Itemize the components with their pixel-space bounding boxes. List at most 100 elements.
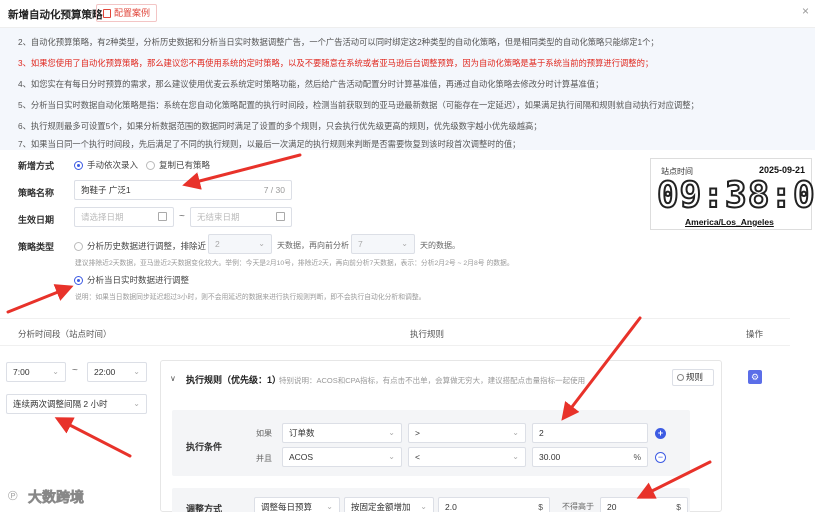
- note-item: 4、如您实在有每日分时预算的需求，那么建议使用优麦云系统定时策略功能，然后给广告…: [18, 79, 604, 89]
- config-example-button[interactable]: 配置案例: [96, 4, 158, 22]
- radio-label: 分析当日实时数据进行调整: [87, 275, 190, 285]
- collapse-icon[interactable]: ∨: [170, 374, 176, 383]
- chevron-down-icon: ⌄: [133, 367, 140, 376]
- site-timezone: America/Los_Angeles: [685, 217, 774, 227]
- adjust-value-input[interactable]: 2.0 $: [438, 497, 550, 512]
- history-end-text: 天的数据。: [420, 241, 460, 250]
- conditions-label: 执行条件: [186, 442, 223, 452]
- select-value: 7: [358, 239, 363, 249]
- chevron-down-icon: ⌄: [512, 452, 519, 461]
- radio-realtime-analysis[interactable]: 分析当日实时数据进行调整: [74, 274, 189, 286]
- settings-icon[interactable]: ⚙: [748, 370, 762, 384]
- effective-date-label: 生效日期: [18, 215, 55, 225]
- rule-note: 特别说明：ACOS和CPA指标，有点击不出单，会算做无穷大，建议搭配点击量指标一…: [279, 376, 586, 385]
- close-icon[interactable]: ×: [802, 4, 809, 18]
- rules-table-header: 分析时间段（站点时间） 执行规则 操作: [0, 318, 790, 346]
- chevron-down-icon: ⌄: [326, 502, 333, 511]
- chevron-down-icon: ⌄: [420, 502, 427, 511]
- arrow-to-realtime: [6, 284, 74, 314]
- add-condition-icon[interactable]: +: [655, 428, 666, 439]
- radio-selected-icon: [74, 275, 83, 285]
- rule-button-label: 规则: [686, 372, 704, 382]
- watermark-logo-icon: ℗: [8, 488, 18, 503]
- adjust-label: 调整方式: [186, 504, 223, 512]
- calendar-icon: [276, 212, 285, 221]
- end-time-select[interactable]: 22:00 ⌄: [87, 362, 147, 382]
- cond-metric-select[interactable]: 订单数 ⌄: [282, 423, 402, 443]
- cond-value-input[interactable]: 30.00 %: [532, 447, 648, 467]
- start-date-input[interactable]: 请选择日期: [74, 207, 174, 227]
- strategy-name-input[interactable]: 狗鞋子 广泛1 7 / 30: [74, 180, 292, 200]
- start-time-select[interactable]: 7:00 ⌄: [6, 362, 66, 382]
- add-mode-label: 新增方式: [18, 161, 55, 171]
- select-value: >: [415, 428, 420, 438]
- radio-manual-entry[interactable]: 手动依次录入: [74, 159, 138, 171]
- note-item-warning: 3、如果您使用了自动化预算策略，那么建议您不再使用系统的定时策略，以及不要随意在…: [18, 58, 654, 68]
- note-item: 2、自动化预算策略，有2种类型，分析历史数据和分析当日实时数据调整广告，一个广告…: [18, 37, 659, 47]
- select-value: 订单数: [289, 428, 315, 438]
- history-analyze-days-select[interactable]: 7 ⌄: [351, 234, 415, 254]
- input-value: 30.00: [539, 452, 561, 462]
- dialog-title: 新增自动化预算策略: [8, 9, 103, 21]
- chevron-down-icon: ⌄: [388, 452, 395, 461]
- cond-metric-select[interactable]: ACOS ⌄: [282, 447, 402, 467]
- select-value: 22:00: [94, 367, 116, 377]
- strategy-name-value: 狗鞋子 广泛1: [81, 185, 131, 195]
- document-icon: [103, 8, 111, 18]
- chevron-down-icon: ⌄: [258, 239, 265, 248]
- cond-prefix: 如果: [256, 429, 272, 438]
- config-example-label: 配置案例: [114, 8, 151, 18]
- cond-prefix: 并且: [256, 454, 272, 463]
- notes-panel: 2、自动化预算策略，有2种类型，分析历史数据和分析当日实时数据调整广告，一个广告…: [0, 28, 815, 150]
- col-period: 分析时间段（站点时间）: [18, 329, 112, 339]
- select-value: 按固定金额增加: [351, 502, 411, 512]
- remove-condition-icon[interactable]: −: [655, 452, 666, 463]
- col-rule: 执行规则: [410, 329, 445, 339]
- rule-title: 执行规则（优先级：1）: [186, 375, 282, 385]
- radio-label: 复制已有策略: [159, 160, 211, 170]
- radio-selected-icon: [74, 160, 83, 170]
- select-value: 2: [215, 239, 220, 249]
- adjust-method-select[interactable]: 按固定金额增加 ⌄: [344, 497, 434, 512]
- site-date: 2025-09-21: [758, 165, 805, 175]
- chevron-down-icon: ⌄: [52, 367, 59, 376]
- cond-operator-select[interactable]: > ⌄: [408, 423, 526, 443]
- end-date-input[interactable]: 无结束日期: [190, 207, 292, 227]
- select-value: 连续两次调整间隔 2 小时: [13, 399, 108, 409]
- input-value: 2: [539, 428, 544, 438]
- select-value: 调整每日预算: [261, 502, 313, 512]
- char-count: 7 / 30: [263, 185, 285, 195]
- note-item: 6、执行规则最多可设置5个，如果分析数据范围的数据同时满足了设置的多个规则，只会…: [18, 121, 542, 131]
- site-time: 09:38:07: [656, 174, 815, 217]
- select-value: <: [415, 452, 420, 462]
- adjust-limit-input[interactable]: 20 $: [600, 497, 688, 512]
- limit-label: 不得高于: [562, 502, 594, 511]
- note-item: 7、如果当日同一个执行时间段，先后满足了不同的执行规则，以最后一次满足的执行规则…: [18, 139, 521, 149]
- input-value: 2.0: [445, 502, 457, 512]
- strategy-type-label: 策略类型: [18, 242, 55, 252]
- history-exclude-days-select[interactable]: 2 ⌄: [208, 234, 272, 254]
- adjust-type-select[interactable]: 调整每日预算 ⌄: [254, 497, 340, 512]
- note-item: 5、分析当日实时数据自动化策略是指：系统在您自动化策略配置的执行时间段，检测当前…: [18, 100, 699, 110]
- cond-operator-select[interactable]: < ⌄: [408, 447, 526, 467]
- end-date-placeholder: 无结束日期: [197, 212, 240, 222]
- radio-history-analysis[interactable]: 分析历史数据进行调整，排除近: [74, 240, 206, 252]
- calendar-icon: [158, 212, 167, 221]
- clock-icon: [677, 374, 684, 381]
- rule-template-button[interactable]: 规则: [672, 369, 714, 386]
- chevron-down-icon: ⌄: [388, 428, 395, 437]
- chevron-down-icon: ⌄: [133, 399, 140, 408]
- time-separator: ~: [72, 365, 78, 376]
- interval-select[interactable]: 连续两次调整间隔 2 小时 ⌄: [6, 394, 147, 414]
- site-time-clock: 站点时间 2025-09-21 09:38:07 America/Los_Ang…: [650, 158, 815, 230]
- strategy-name-label: 策略名称: [18, 188, 55, 198]
- select-value: ACOS: [289, 452, 314, 462]
- input-value: 20: [607, 502, 617, 512]
- unit-suffix: %: [633, 452, 641, 462]
- arrow-to-interval: [54, 417, 132, 458]
- cond-value-input[interactable]: 2: [532, 423, 648, 443]
- chevron-down-icon: ⌄: [401, 239, 408, 248]
- radio-copy-existing[interactable]: 复制已有策略: [146, 159, 210, 171]
- dialog-header: 新增自动化预算策略 配置案例 ×: [0, 0, 815, 28]
- realtime-hint: 说明：如果当日数据同步延迟超过3小时，则不会用延迟的数据来进行执行规则判断，即不…: [75, 294, 426, 301]
